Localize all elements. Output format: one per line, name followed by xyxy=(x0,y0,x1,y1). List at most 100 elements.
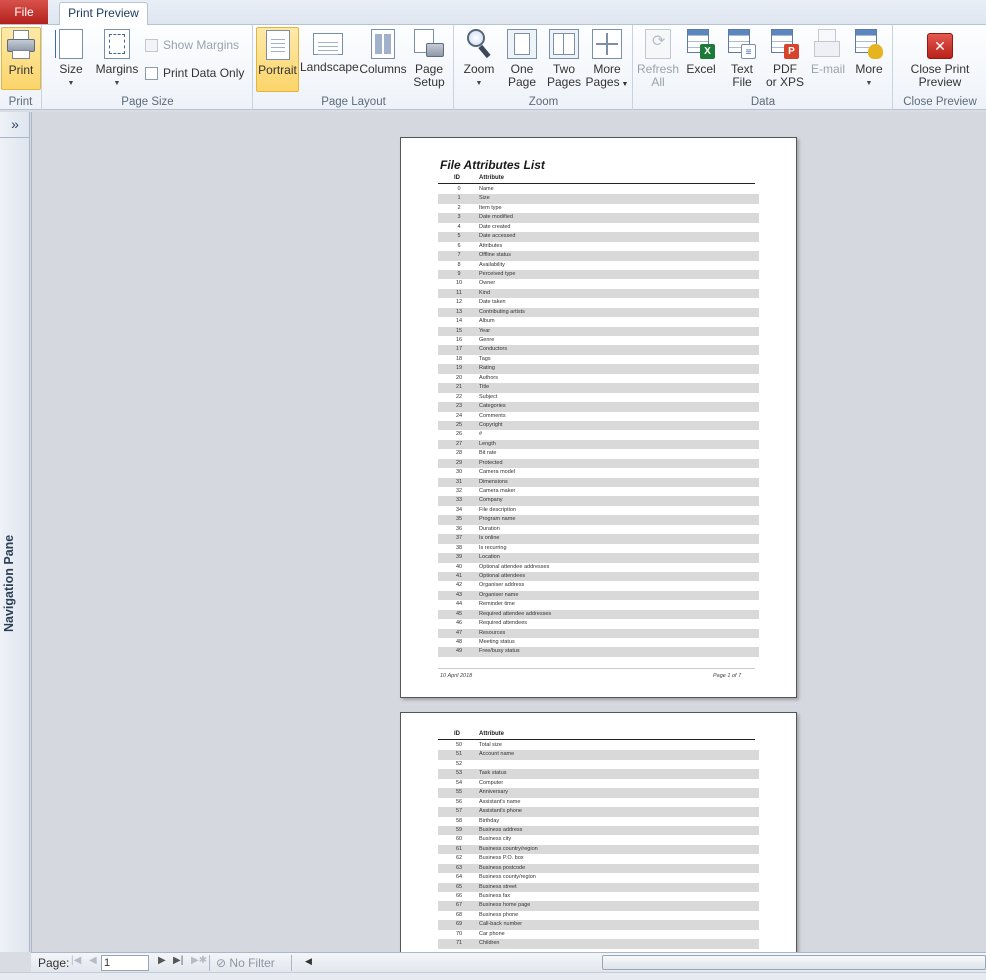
scroll-left-icon[interactable]: ◀ xyxy=(305,956,312,967)
magnifier-icon xyxy=(465,29,493,59)
table-row: 64 Business county/region xyxy=(438,873,759,882)
zoom-button[interactable]: Zoom ▼ xyxy=(459,27,499,90)
close-label-1: Close Print xyxy=(910,62,970,76)
show-margins-checkbox[interactable]: Show Margins xyxy=(145,38,239,52)
excel-export-button[interactable]: X Excel xyxy=(682,27,720,76)
table-row: 53 Task status xyxy=(438,769,759,779)
table-row: 4 Date created xyxy=(438,223,759,232)
row-attribute: Location xyxy=(479,554,500,561)
report-title: File Attributes List xyxy=(440,158,545,172)
row-id: 39 xyxy=(455,554,463,561)
more-export-button[interactable]: More ▼ xyxy=(850,27,888,90)
page-setup-label-1: Page xyxy=(414,62,444,76)
no-filter-indicator[interactable]: ⊘ No Filter xyxy=(216,956,275,970)
pdf-xps-export-button[interactable]: P PDF or XPS xyxy=(764,27,806,89)
row-id: 9 xyxy=(457,270,461,277)
row-attribute: Bit rate xyxy=(479,450,497,457)
scrollbar-thumb[interactable] xyxy=(602,955,986,970)
row-attribute: Business address xyxy=(479,826,523,833)
email-icon xyxy=(814,29,842,59)
row-id: 19 xyxy=(455,365,463,372)
tab-print-preview[interactable]: Print Preview xyxy=(59,2,148,26)
row-id: 26 xyxy=(455,431,463,438)
two-pages-button[interactable]: Two Pages xyxy=(545,27,583,89)
row-attribute: File description xyxy=(479,506,516,513)
refresh-all-button[interactable]: Refresh All xyxy=(636,27,680,89)
portrait-button[interactable]: Portrait xyxy=(256,27,299,92)
table-row: 38 Is recurring xyxy=(438,544,759,553)
row-id: 6 xyxy=(457,242,461,249)
text-file-export-button[interactable]: ≡ Text File xyxy=(724,27,760,89)
row-id: 36 xyxy=(455,525,463,532)
row-attribute: Children xyxy=(479,940,500,947)
chevron-down-icon: ▼ xyxy=(113,80,121,87)
text-file-label-2: File xyxy=(732,75,752,89)
table-row: 69 Call-back number xyxy=(438,920,759,930)
table-row: 55 Anniversary xyxy=(438,788,759,798)
row-attribute: Account name xyxy=(479,751,515,758)
navigation-pane[interactable]: » Navigation Pane xyxy=(0,112,30,952)
row-attribute: Owner xyxy=(479,280,496,287)
more-pages-button[interactable]: More Pages ▼ xyxy=(585,27,629,91)
page-setup-button[interactable]: Page Setup xyxy=(409,27,449,89)
table-row: 31 Dimensions xyxy=(438,477,759,487)
row-id: 37 xyxy=(455,535,463,542)
row-id: 62 xyxy=(455,855,463,862)
last-page-icon[interactable]: ▶| xyxy=(173,955,183,966)
new-record-icon[interactable]: ▶✱ xyxy=(191,955,207,966)
ribbon: Print Print Size ▼ Margins ▼ Show Margin… xyxy=(0,25,986,110)
print-data-only-checkbox[interactable]: Print Data Only xyxy=(145,66,244,80)
database-icon xyxy=(855,29,883,59)
row-id: 24 xyxy=(455,412,463,419)
one-page-button[interactable]: One Page xyxy=(503,27,541,89)
previous-page-icon[interactable]: ◀ xyxy=(89,955,97,966)
table-row: 49 Free/busy status xyxy=(438,647,759,657)
margins-button[interactable]: Margins ▼ xyxy=(95,27,139,90)
row-id: 33 xyxy=(455,497,463,504)
page-setup-icon xyxy=(414,29,444,59)
close-print-preview-button[interactable]: ✕ Close Print Preview xyxy=(900,27,980,89)
row-attribute: Business country/region xyxy=(479,845,538,852)
table-row: 14 Album xyxy=(438,317,759,326)
bottom-strip xyxy=(0,972,986,980)
row-attribute: Program name xyxy=(479,516,516,523)
page-number-input[interactable]: 1 xyxy=(101,955,149,971)
table-row: 50 Total size xyxy=(438,741,759,750)
no-filter-label: No Filter xyxy=(229,956,275,970)
table-row: 44 Reminder time xyxy=(438,600,759,609)
columns-button[interactable]: Columns xyxy=(358,27,408,76)
filter-icon: ⊘ xyxy=(216,956,227,970)
table-row: 45 Required attendee addresses xyxy=(438,609,759,620)
row-id: 10 xyxy=(455,280,463,287)
tab-file[interactable]: File xyxy=(0,0,48,24)
row-id: 13 xyxy=(455,308,463,315)
table-row: 39 Location xyxy=(438,553,759,563)
row-attribute: Optional attendees xyxy=(479,572,526,579)
group-close-preview: ✕ Close Print Preview Close Preview xyxy=(894,25,986,110)
one-page-label-2: Page xyxy=(507,75,537,89)
row-id: 60 xyxy=(455,836,463,843)
navigation-pane-label: Navigation Pane xyxy=(2,534,16,632)
row-attribute: Is recurring xyxy=(479,544,507,551)
next-page-icon[interactable]: ▶ xyxy=(158,955,166,966)
print-button[interactable]: Print xyxy=(1,27,41,90)
row-id: 65 xyxy=(455,883,463,890)
pdf-label-1: PDF xyxy=(773,62,797,76)
print-preview-area[interactable]: File Attributes List ID Attribute 0 Name 1… xyxy=(31,112,986,952)
group-label-data: Data xyxy=(750,96,776,108)
email-button[interactable]: E-mail xyxy=(808,27,848,76)
row-attribute: Company xyxy=(479,497,503,504)
landscape-button[interactable]: Landscape xyxy=(300,27,359,74)
report-page-1: File Attributes List ID Attribute 0 Name 1… xyxy=(400,137,797,698)
first-page-icon[interactable]: |◀ xyxy=(71,955,81,966)
size-button[interactable]: Size ▼ xyxy=(53,27,89,90)
expand-nav-pane-button[interactable]: » xyxy=(0,112,30,138)
horizontal-scrollbar[interactable]: ◀ xyxy=(303,954,603,970)
table-row: 27 Length xyxy=(438,439,759,450)
table-row: 54 Computer xyxy=(438,779,759,788)
row-id: 40 xyxy=(455,563,463,570)
row-attribute: Comments xyxy=(479,412,506,419)
table-row: 52 xyxy=(438,760,759,769)
row-id: 17 xyxy=(455,346,463,353)
table-row: 47 Resources xyxy=(438,628,759,638)
